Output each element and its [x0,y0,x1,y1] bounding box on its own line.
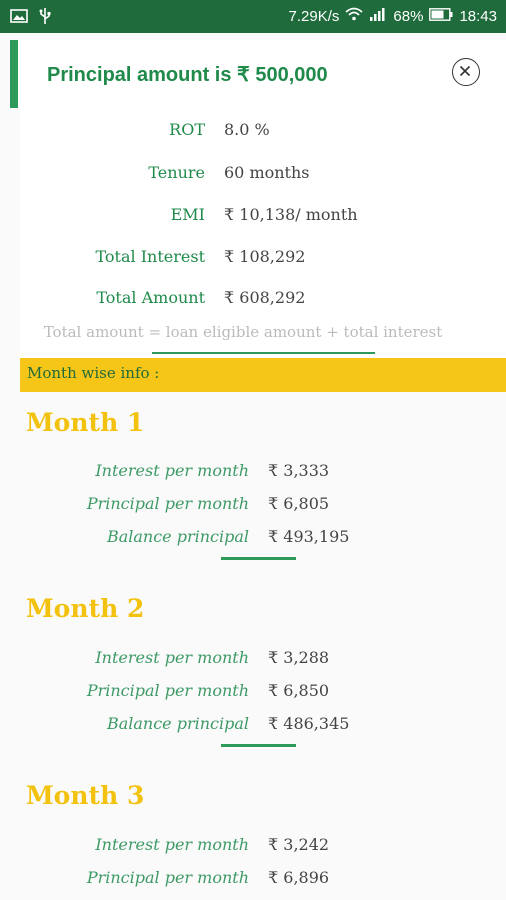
month-row-value: ₹ 486,345 [268,714,350,733]
summary-row-total-amount: Total Amount ₹ 608,292 [20,288,506,312]
clock: 18:43 [459,7,497,25]
month-row-label: Balance principal [106,714,249,733]
loan-summary: ROT 8.0 % Tenure 60 months EMI ₹ 10,138/… [20,108,506,388]
battery-icon [429,7,453,26]
month-row-label: Interest per month [95,461,249,480]
summary-row-total-interest: Total Interest ₹ 108,292 [20,247,506,271]
summary-label: Total Interest [95,247,205,266]
summary-value: 8.0 % [224,120,270,139]
battery-level: 68% [393,7,424,25]
month-row: Balance principal ₹ 493,195 [0,527,506,551]
month-row-value: ₹ 6,850 [268,681,330,700]
summary-label: Tenure [148,163,205,182]
summary-row-emi: EMI ₹ 10,138/ month [20,205,506,229]
dialog-header: Principal amount is ₹ 500,000 [10,40,506,108]
month-row-value: ₹ 6,805 [268,494,330,513]
month-wise-header: Month wise info : [20,358,506,392]
summary-value: ₹ 608,292 [224,288,306,307]
month-divider [221,557,296,560]
status-bar-left [10,7,52,29]
month-row: Interest per month ₹ 3,288 [0,648,506,672]
formula-underline [152,352,375,354]
month-row: Principal per month ₹ 6,896 [0,868,506,892]
summary-row-tenure: Tenure 60 months [20,163,506,187]
month-row-value: ₹ 3,242 [268,835,330,854]
summary-label: EMI [170,205,205,224]
summary-label: Total Amount [96,288,205,307]
network-speed: 7.29K/s [288,7,340,25]
status-bar: 7.29K/s 68% 18:43 [0,0,506,33]
month-row: Interest per month ₹ 3,333 [0,461,506,485]
month-title: Month 3 [26,781,145,810]
month-row-value: ₹ 3,333 [268,461,330,480]
month-row-label: Interest per month [95,648,249,667]
signal-icon [369,7,387,26]
dialog-title: Principal amount is ₹ 500,000 [47,64,328,86]
month-wise-title: Month wise info : [27,364,160,382]
month-row-label: Principal per month [86,681,249,700]
month-row: Interest per month ₹ 3,242 [0,835,506,859]
month-title: Month 2 [26,594,145,623]
month-row-label: Principal per month [86,868,249,887]
summary-value: ₹ 10,138/ month [224,205,358,224]
month-row-label: Balance principal [106,527,249,546]
month-row: Principal per month ₹ 6,805 [0,494,506,518]
summary-row-rot: ROT 8.0 % [20,120,506,144]
summary-label: ROT [169,120,205,139]
summary-value: ₹ 108,292 [224,247,306,266]
month-title: Month 1 [26,408,145,437]
usb-icon [38,7,52,29]
month-row: Balance principal ₹ 486,345 [0,714,506,738]
close-button[interactable] [452,58,480,86]
month-row-label: Interest per month [95,835,249,854]
gallery-icon [10,9,28,27]
month-divider [221,744,296,747]
status-bar-right: 7.29K/s 68% 18:43 [289,7,497,26]
header-accent-bar [10,40,18,108]
total-amount-formula: Total amount = loan eligible amount + to… [43,323,443,341]
month-row-value: ₹ 6,896 [268,868,330,887]
summary-value: 60 months [224,163,310,182]
close-icon [459,65,471,77]
wifi-icon [345,7,364,26]
month-row-value: ₹ 493,195 [268,527,350,546]
month-row-label: Principal per month [86,494,249,513]
month-row-value: ₹ 3,288 [268,648,330,667]
month-row: Principal per month ₹ 6,850 [0,681,506,705]
